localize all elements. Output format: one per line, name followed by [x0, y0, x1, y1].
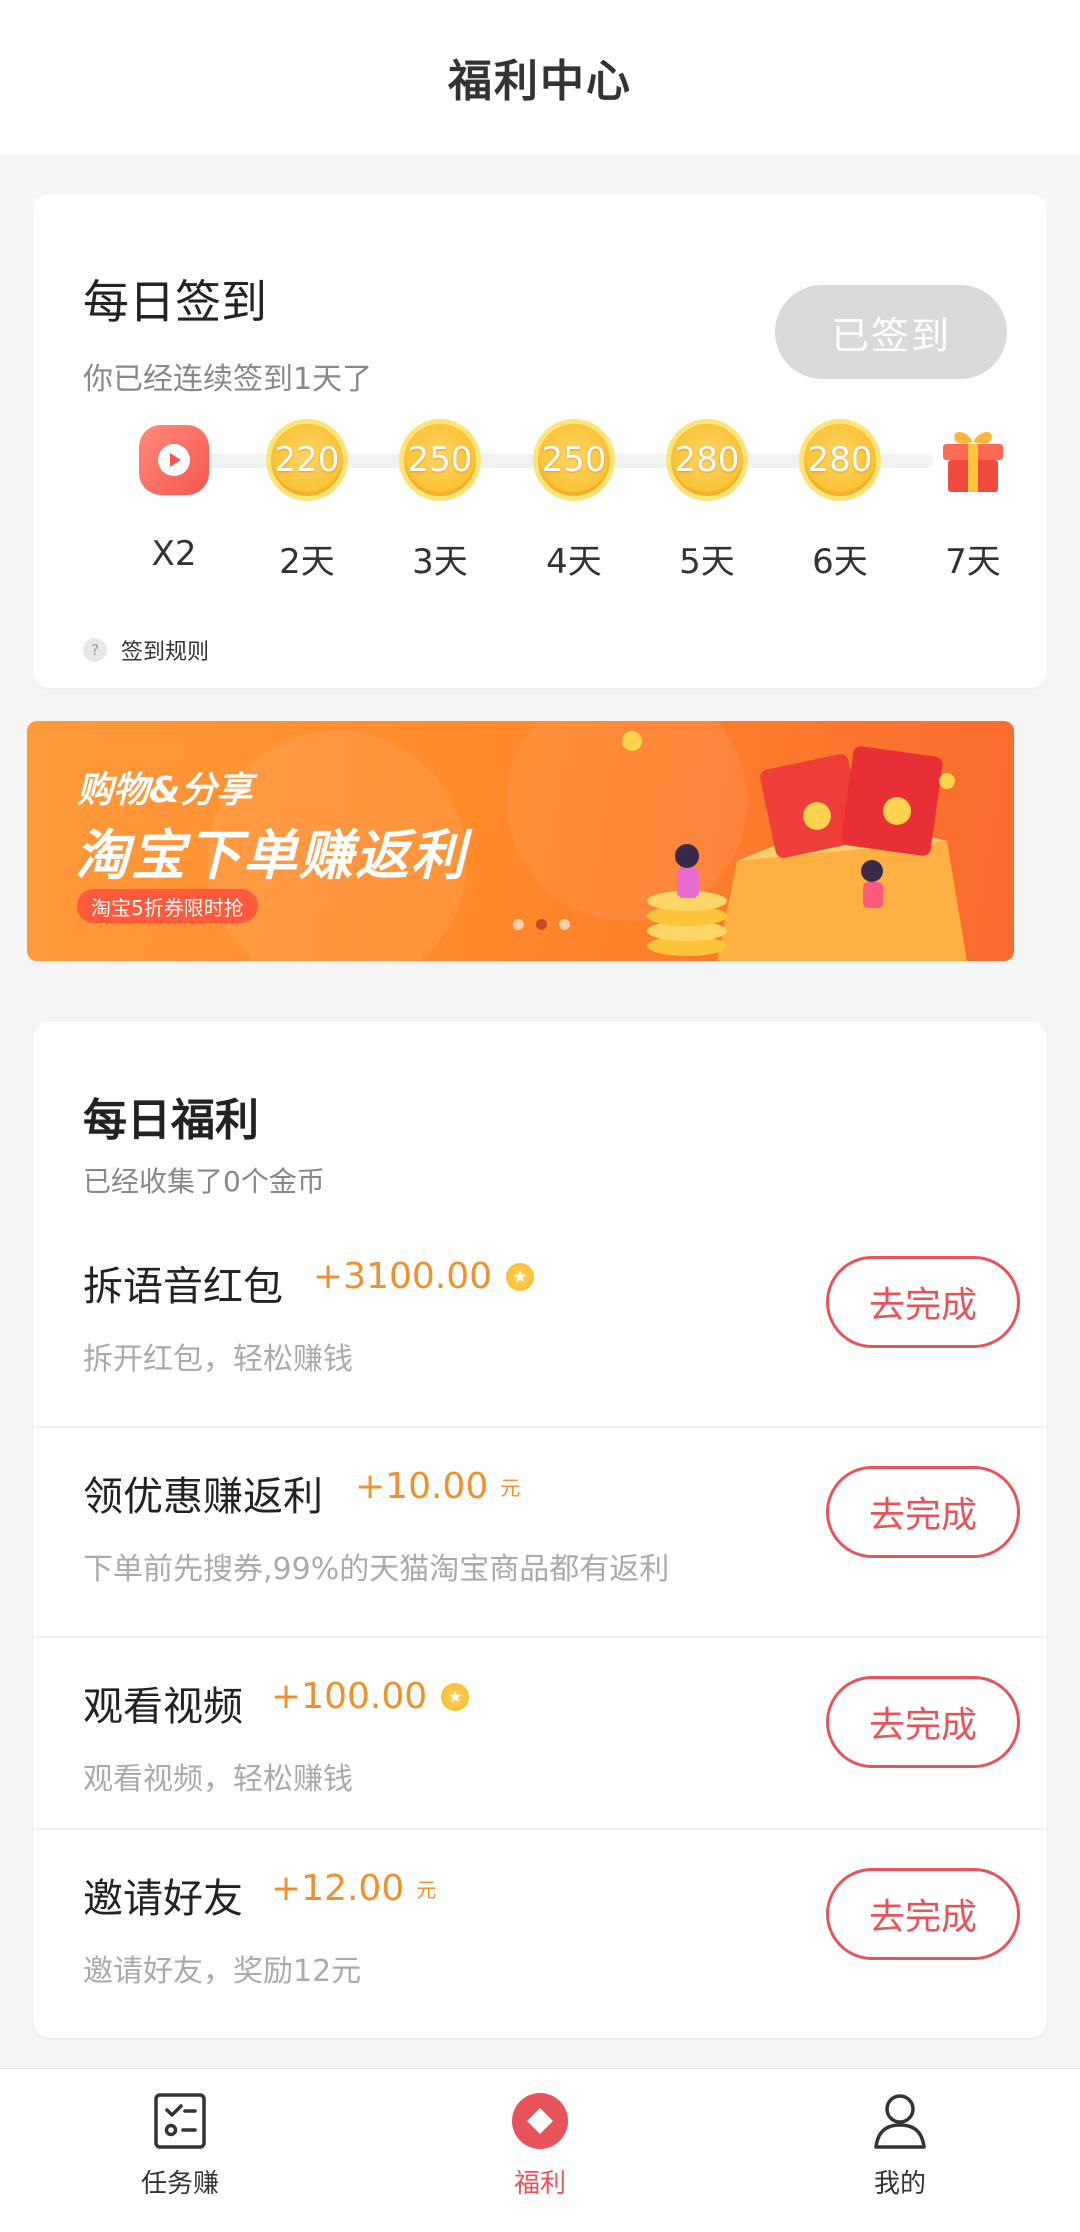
coin-icon: ★	[506, 1262, 535, 1291]
pagination-dot-active	[536, 919, 547, 930]
task-description: 拆开红包，轻松赚钱	[83, 1342, 353, 1377]
task-row: 观看视频 +100.00 ★ 观看视频，轻松赚钱 去完成	[33, 1636, 1047, 1846]
task-row: 邀请好友 +12.00 元 邀请好友，奖励12元 去完成	[33, 1828, 1047, 2038]
daily-signin-card: 每日签到 你已经连续签到1天了 已签到 X2 220 2天 250 3天 250…	[33, 194, 1047, 688]
reward-amount: +3100.00	[313, 1256, 493, 1297]
task-name: 拆语音红包	[83, 1264, 283, 1310]
tab-label: 任务赚	[140, 2169, 219, 2199]
banner-pagination	[513, 919, 570, 930]
banner-tag-label: 淘宝5折券限时抢	[91, 895, 244, 920]
coin-icon: 280	[666, 419, 748, 501]
tab-label: 福利	[513, 2169, 566, 2199]
tab-mine[interactable]: 我的	[720, 2069, 1080, 2232]
coin-reward: 250	[533, 419, 615, 501]
coins-collected-text: 已经收集了0个金币	[83, 1165, 325, 1198]
task-name: 邀请好友	[83, 1876, 243, 1922]
coin-reward: 250	[399, 419, 481, 501]
pagination-dot	[513, 919, 524, 930]
page-title: 福利中心	[448, 56, 632, 107]
pagination-dot	[559, 919, 570, 930]
task-description: 下单前先搜券,99%的天猫淘宝商品都有返利	[83, 1552, 670, 1587]
reward-amount: +12.00	[271, 1868, 405, 1909]
reward-amount: +100.00	[271, 1676, 428, 1717]
go-complete-button[interactable]: 去完成	[826, 1256, 1020, 1348]
signin-title: 每日签到	[83, 275, 267, 329]
divider	[33, 1828, 1047, 1830]
reward-amount: +10.00	[355, 1466, 489, 1507]
coin-reward: 280	[666, 419, 748, 501]
welfare-title: 每日福利	[83, 1095, 259, 1146]
tab-welfare[interactable]: 福利	[360, 2069, 720, 2232]
video-play-icon[interactable]	[133, 419, 215, 501]
daily-welfare-card: 每日福利 已经收集了0个金币 拆语音红包 +3100.00 ★ 拆开红包，轻松赚…	[33, 1022, 1047, 2038]
user-profile-icon	[870, 2091, 930, 2151]
tab-task-earn[interactable]: 任务赚	[0, 2069, 360, 2232]
task-checklist-icon	[150, 2091, 210, 2151]
coin-reward: 220	[266, 419, 348, 501]
rules-label: 签到规则	[121, 640, 210, 665]
welfare-diamond-icon	[510, 2091, 570, 2151]
day-label: 7天	[945, 542, 1001, 582]
banner-tag[interactable]: 淘宝5折券限时抢	[77, 889, 258, 923]
signin-streak-text: 你已经连续签到1天了	[83, 362, 373, 397]
banner-headline-small: 购物&分享	[77, 770, 253, 811]
help-icon: ?	[83, 638, 107, 662]
task-description: 邀请好友，奖励12元	[83, 1954, 362, 1989]
coin-icon: 220	[266, 419, 348, 501]
coin-icon: 250	[533, 419, 615, 501]
task-reward: +3100.00 ★	[313, 1256, 535, 1297]
day-label: X2	[151, 534, 197, 574]
signed-button[interactable]: 已签到	[775, 285, 1007, 379]
task-name: 领优惠赚返利	[83, 1474, 323, 1520]
task-row: 拆语音红包 +3100.00 ★ 拆开红包，轻松赚钱 去完成	[33, 1216, 1047, 1426]
go-complete-button[interactable]: 去完成	[826, 1868, 1020, 1960]
signin-rules-link[interactable]: ? 签到规则	[83, 634, 209, 666]
coin-reward: 280	[799, 419, 881, 501]
banner-headline: 淘宝下单赚返利	[75, 824, 467, 887]
tab-label: 我的	[873, 2169, 926, 2199]
day-label: 5天	[679, 542, 735, 582]
banner-illustration	[622, 731, 967, 961]
coin-icon: 250	[399, 419, 481, 501]
gift-icon	[932, 419, 1014, 501]
task-reward: +12.00 元	[271, 1868, 436, 1909]
task-name: 观看视频	[83, 1684, 243, 1730]
promo-banner[interactable]: 购物&分享 淘宝下单赚返利 淘宝5折券限时抢	[27, 721, 1014, 961]
task-row: 领优惠赚返利 +10.00 元 下单前先搜券,99%的天猫淘宝商品都有返利 去完…	[33, 1426, 1047, 1636]
coin-icon: 280	[799, 419, 881, 501]
task-reward: +10.00 元	[355, 1466, 520, 1507]
top-bar: 福利中心	[0, 0, 1080, 154]
bottom-tab-bar: 任务赚 福利 我的	[0, 2068, 1080, 2232]
day-label: 3天	[412, 542, 468, 582]
coin-icon: ★	[441, 1682, 470, 1711]
day-label: 2天	[279, 542, 335, 582]
divider	[33, 1426, 1047, 1428]
reward-unit: 元	[500, 1476, 521, 1500]
day-label: 6天	[812, 542, 868, 582]
go-complete-button[interactable]: 去完成	[826, 1676, 1020, 1768]
reward-unit: 元	[416, 1878, 437, 1902]
divider	[33, 1636, 1047, 1638]
day-label: 4天	[546, 542, 602, 582]
task-reward: +100.00 ★	[271, 1676, 470, 1717]
task-description: 观看视频，轻松赚钱	[83, 1762, 353, 1797]
go-complete-button[interactable]: 去完成	[826, 1466, 1020, 1558]
